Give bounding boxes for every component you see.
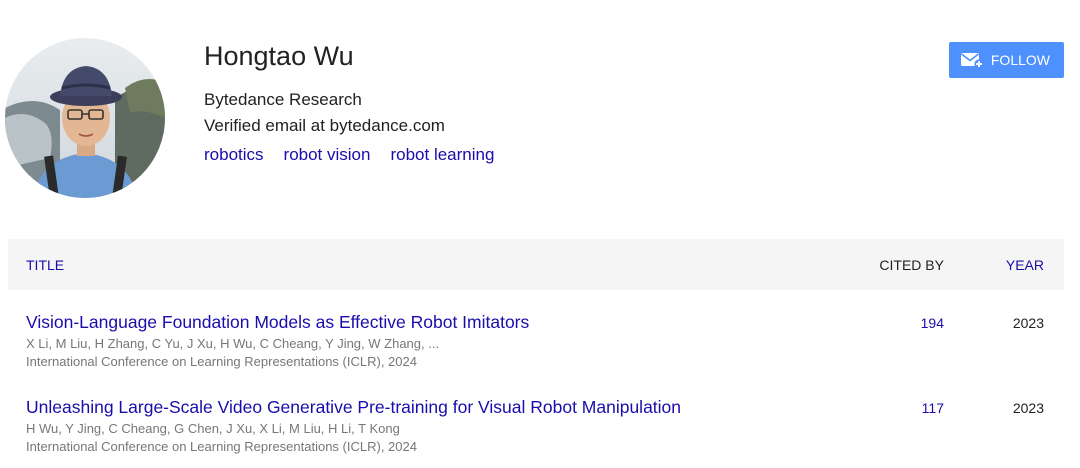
research-interests: robotics robot vision robot learning: [204, 145, 494, 165]
envelope-plus-icon: [960, 51, 984, 69]
verified-email: Verified email at bytedance.com: [204, 116, 445, 135]
publication-authors: H Wu, Y Jing, C Cheang, G Chen, J Xu, X …: [26, 421, 400, 436]
affiliation: Bytedance Research: [204, 90, 362, 109]
publication-title[interactable]: Unleashing Large-Scale Video Generative …: [26, 397, 681, 418]
publication-year: 2023: [1012, 400, 1044, 416]
publication-year: 2023: [1012, 315, 1044, 331]
publication-venue: International Conference on Learning Rep…: [26, 354, 417, 369]
avatar: [5, 38, 165, 198]
title-column-header[interactable]: TITLE: [26, 257, 64, 273]
interest-link-robotics[interactable]: robotics: [204, 145, 264, 165]
cited-by-column-header[interactable]: CITED BY: [879, 257, 944, 273]
table-header: TITLE CITED BY YEAR: [8, 239, 1064, 290]
table-row: Vision-Language Foundation Models as Eff…: [8, 312, 1064, 382]
follow-button[interactable]: FOLLOW: [948, 42, 1064, 78]
interest-link-robot-learning[interactable]: robot learning: [390, 145, 494, 165]
year-column-header[interactable]: YEAR: [1006, 257, 1044, 273]
profile-name: Hongtao Wu: [204, 41, 354, 71]
table-row: Unleashing Large-Scale Video Generative …: [8, 397, 1064, 467]
publication-title[interactable]: Vision-Language Foundation Models as Eff…: [26, 312, 529, 333]
cited-by-count[interactable]: 194: [921, 315, 944, 331]
publication-venue: International Conference on Learning Rep…: [26, 439, 417, 454]
follow-label: FOLLOW: [990, 52, 1050, 68]
cited-by-count[interactable]: 117: [922, 400, 944, 416]
interest-link-robot-vision[interactable]: robot vision: [284, 145, 371, 165]
publication-authors: X Li, M Liu, H Zhang, C Yu, J Xu, H Wu, …: [26, 336, 440, 351]
